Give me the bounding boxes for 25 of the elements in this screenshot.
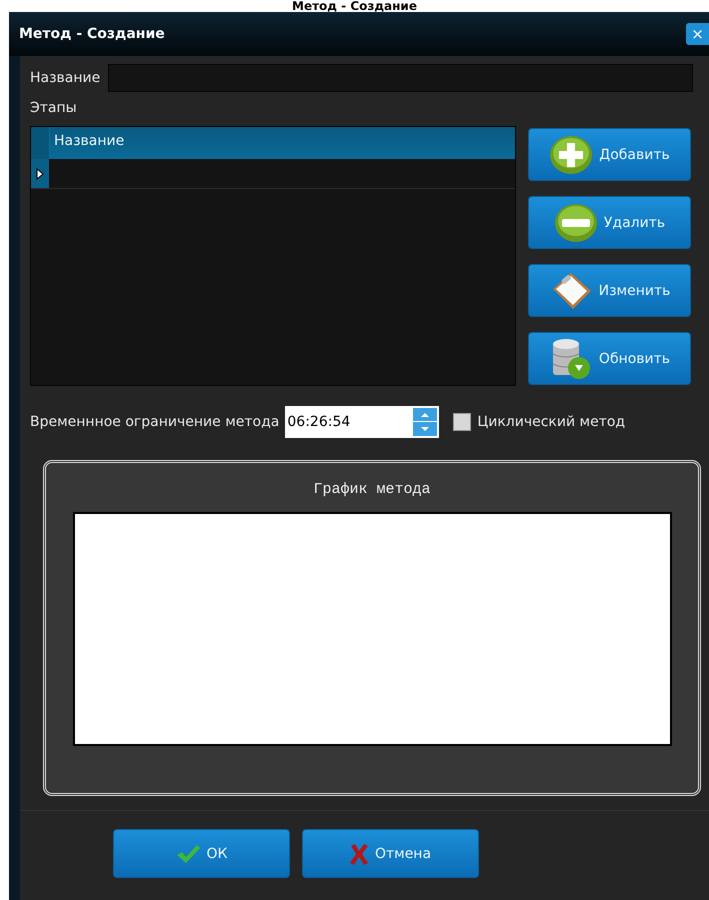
- x-icon: [348, 842, 369, 864]
- ok-button[interactable]: ОК: [112, 829, 290, 878]
- chart-title: График метода: [313, 481, 431, 498]
- cancel-button[interactable]: Отмена: [302, 829, 478, 878]
- edit-button[interactable]: Изменить: [528, 264, 691, 317]
- remove-button[interactable]: Удалить: [528, 196, 691, 249]
- field-label: Временнное ограничение метода: [30, 414, 280, 430]
- grid-row[interactable]: [31, 159, 515, 189]
- refresh-button[interactable]: Обновить: [528, 332, 691, 385]
- column-header[interactable]: Название: [50, 127, 128, 159]
- window-title: Метод - Создание: [19, 26, 165, 42]
- check-icon: [174, 842, 201, 864]
- plus-icon: [549, 134, 594, 174]
- time-spinner[interactable]: 06:26:54: [285, 406, 440, 438]
- page-heading: Метод - Создание: [291, 0, 418, 12]
- add-button[interactable]: Добавить: [528, 128, 691, 181]
- checkbox[interactable]: [453, 413, 472, 431]
- close-button[interactable]: ×: [686, 23, 709, 45]
- header-corner: [31, 127, 50, 159]
- section-label: Этапы: [30, 100, 78, 116]
- checkbox-label: Циклический метод: [477, 414, 626, 430]
- minus-icon: [554, 202, 598, 242]
- name-field[interactable]: [108, 64, 693, 92]
- current-row-icon: [36, 168, 44, 180]
- field-label: Название: [30, 70, 100, 86]
